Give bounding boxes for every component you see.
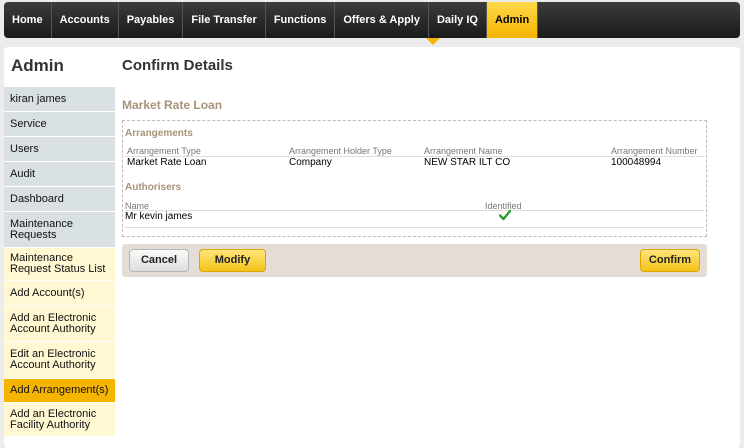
cell-arrangement-type: Market Rate Loan [127, 157, 207, 168]
page-title: Confirm Details [122, 57, 233, 74]
nav-daily-iq[interactable]: Daily IQ [429, 2, 487, 38]
details-box: Arrangements Arrangement Type Arrangemen… [122, 120, 707, 237]
header-arrangement-name: Arrangement Name [424, 146, 503, 156]
divider [125, 210, 704, 211]
action-bar: Cancel Modify Confirm [122, 244, 707, 277]
divider [125, 227, 704, 228]
sidebar-item-add-arrangements[interactable]: Add Arrangement(s) [4, 379, 115, 403]
sidebar: Admin kiran james Service Users Audit Da… [4, 47, 115, 437]
cell-arrangement-number: 100048994 [611, 157, 662, 168]
sidebar-item-maintenance-requests[interactable]: Maintenance Requests [4, 212, 115, 248]
cell-arrangement-holder-type: Company [289, 157, 332, 168]
confirm-button[interactable]: Confirm [640, 249, 700, 272]
sidebar-item-edit-electronic-account-authority[interactable]: Edit an Electronic Account Authority [4, 342, 115, 379]
sidebar-item-dashboard[interactable]: Dashboard [4, 187, 115, 212]
cancel-button[interactable]: Cancel [129, 249, 189, 272]
arrangements-heading: Arrangements [125, 128, 193, 139]
authorisers-heading: Authorisers [125, 182, 182, 193]
header-arrangement-type: Arrangement Type [127, 146, 201, 156]
header-arrangement-holder-type: Arrangement Holder Type [289, 146, 392, 156]
sidebar-item-service[interactable]: Service [4, 112, 115, 137]
nav-admin[interactable]: Admin [486, 2, 539, 38]
nav-functions[interactable]: Functions [266, 2, 336, 38]
nav-file-transfer[interactable]: File Transfer [183, 2, 266, 38]
sidebar-title: Admin [11, 56, 64, 75]
section-title: Market Rate Loan [122, 98, 223, 112]
cell-arrangement-name: NEW STAR ILT CO [424, 157, 511, 168]
cell-authoriser-name: Mr kevin james [125, 211, 193, 222]
content-panel: Admin kiran james Service Users Audit Da… [4, 47, 740, 448]
sidebar-item-users[interactable]: Users [4, 137, 115, 162]
sidebar-item-add-electronic-account-authority[interactable]: Add an Electronic Account Authority [4, 306, 115, 342]
sidebar-item-audit[interactable]: Audit [4, 162, 115, 187]
check-icon [499, 209, 511, 221]
top-navigation: Home Accounts Payables File Transfer Fun… [4, 2, 740, 38]
active-tab-pointer [426, 38, 440, 45]
sidebar-item-add-electronic-facility-authority[interactable]: Add an Electronic Facility Authority [4, 403, 115, 437]
nav-accounts[interactable]: Accounts [52, 2, 119, 38]
nav-payables[interactable]: Payables [119, 2, 184, 38]
sidebar-item-maintenance-status[interactable]: Maintenance Request Status List [4, 248, 115, 281]
sidebar-item-user[interactable]: kiran james [4, 87, 115, 112]
sidebar-item-add-accounts[interactable]: Add Account(s) [4, 281, 115, 306]
modify-button[interactable]: Modify [199, 249, 266, 272]
nav-home[interactable]: Home [4, 2, 52, 38]
nav-offers-apply[interactable]: Offers & Apply [335, 2, 429, 38]
header-arrangement-number: Arrangement Number [611, 146, 698, 156]
